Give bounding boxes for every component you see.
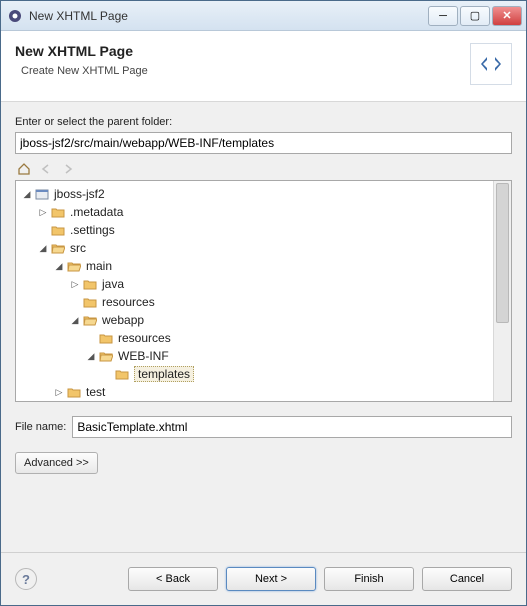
spacer [102,369,112,379]
tree-node-src[interactable]: ◢ src [38,239,493,257]
tree-node-project[interactable]: ◢ jboss-jsf2 [22,185,493,203]
spacer [38,225,48,235]
button-bar: ? < Back Next > Finish Cancel [1,552,526,605]
tree-label: test [86,385,105,399]
spacer [70,297,80,307]
tree-label: .metadata [70,205,123,219]
tree-scrollbar[interactable] [493,181,511,401]
minimize-button[interactable]: ─ [428,6,458,26]
folder-icon [114,367,130,381]
back-button[interactable]: < Back [128,567,218,591]
expand-icon[interactable]: ◢ [54,261,64,271]
tree-node-settings[interactable]: .settings [38,221,493,239]
maximize-button[interactable]: ▢ [460,6,490,26]
tree-label-selected: templates [134,366,194,382]
expand-icon[interactable]: ▷ [38,207,48,217]
xhtml-icon [470,43,512,85]
scrollbar-thumb[interactable] [496,183,509,323]
expand-icon[interactable]: ◢ [70,315,80,325]
folder-open-icon [66,259,82,273]
tree-node-test[interactable]: ▷ test [54,383,493,401]
tree-node-resources2[interactable]: resources [86,329,493,347]
folder-open-icon [50,241,66,255]
wizard-header: New XHTML Page Create New XHTML Page [1,31,526,102]
tree-node-webinf[interactable]: ◢ WEB-INF [86,347,493,365]
tree-node-metadata[interactable]: ▷ .metadata [38,203,493,221]
back-arrow-icon[interactable] [37,160,55,178]
filename-input[interactable] [72,416,512,438]
folder-icon [98,331,114,345]
forward-arrow-icon[interactable] [59,160,77,178]
help-icon[interactable]: ? [15,568,37,590]
titlebar[interactable]: New XHTML Page ─ ▢ ✕ [1,1,526,31]
window-title: New XHTML Page [29,9,426,23]
tree-label: webapp [102,313,144,327]
tree-label: jboss-jsf2 [54,187,105,201]
expand-icon[interactable]: ◢ [86,351,96,361]
dialog-window: New XHTML Page ─ ▢ ✕ New XHTML Page Crea… [0,0,527,606]
tree-node-java[interactable]: ▷ java [70,275,493,293]
parent-folder-label: Enter or select the parent folder: [15,116,512,128]
tree-toolbar [15,160,512,178]
expand-icon[interactable]: ◢ [38,243,48,253]
folder-icon [82,277,98,291]
advanced-button[interactable]: Advanced >> [15,452,98,474]
content-area: Enter or select the parent folder: ◢ jbo… [1,102,526,552]
folder-icon [50,223,66,237]
filename-label: File name: [15,421,66,433]
folder-tree: ◢ jboss-jsf2 ▷ .metadata .settings ◢ src [15,180,512,402]
folder-open-icon [98,349,114,363]
close-button[interactable]: ✕ [492,6,522,26]
tree-node-webapp[interactable]: ◢ webapp [70,311,493,329]
tree-node-main[interactable]: ◢ main [54,257,493,275]
finish-button[interactable]: Finish [324,567,414,591]
tree-label: .settings [70,223,115,237]
home-icon[interactable] [15,160,33,178]
parent-folder-input[interactable] [15,132,512,154]
page-subtitle: Create New XHTML Page [21,65,470,77]
next-button[interactable]: Next > [226,567,316,591]
tree-label: WEB-INF [118,349,169,363]
project-icon [34,187,50,201]
tree-label: main [86,259,112,273]
folder-icon [50,205,66,219]
tree-node-templates[interactable]: templates [102,365,493,383]
tree-scroll[interactable]: ◢ jboss-jsf2 ▷ .metadata .settings ◢ src [16,181,493,401]
tree-node-resources[interactable]: resources [70,293,493,311]
page-title: New XHTML Page [15,43,470,59]
tree-label: src [70,241,86,255]
tree-label: resources [102,295,155,309]
expand-icon[interactable]: ▷ [70,279,80,289]
folder-icon [82,295,98,309]
expand-icon[interactable]: ◢ [22,189,32,199]
app-icon [7,8,23,24]
tree-label: resources [118,331,171,345]
spacer [86,333,96,343]
tree-label: java [102,277,124,291]
cancel-button[interactable]: Cancel [422,567,512,591]
folder-icon [66,385,82,399]
folder-open-icon [82,313,98,327]
expand-icon[interactable]: ▷ [54,387,64,397]
